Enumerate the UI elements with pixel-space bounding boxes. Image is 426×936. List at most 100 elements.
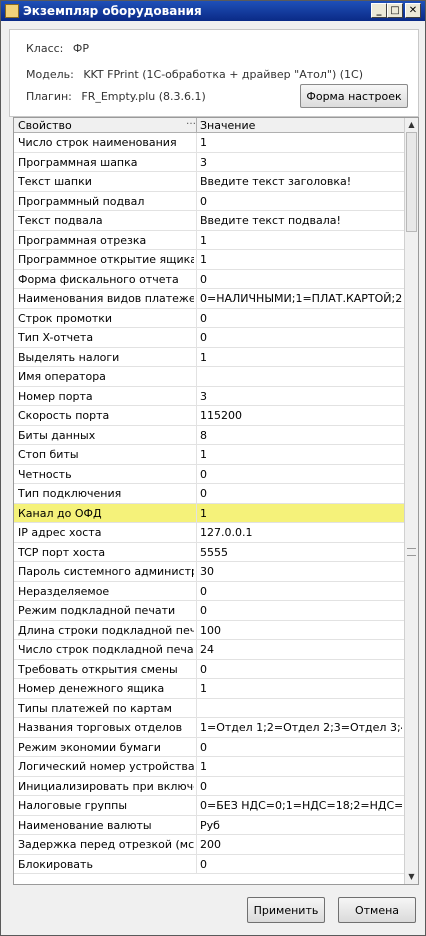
table-row[interactable]: Длина строки подкладной печати 100 — [14, 620, 404, 640]
property-value-cell[interactable]: Руб — [200, 819, 402, 832]
table-row[interactable]: Число строк наименования 1 — [14, 133, 404, 153]
table-row[interactable]: Строк промотки 0 — [14, 308, 404, 328]
table-row[interactable]: Программная отрезка 1 — [14, 230, 404, 250]
table-row[interactable]: Текст подвала Введите текст подвала! — [14, 211, 404, 231]
column-header-property[interactable]: Свойство — [18, 119, 194, 132]
property-value-cell[interactable]: 0 — [200, 487, 402, 500]
table-row[interactable]: Четность 0 — [14, 464, 404, 484]
property-value-cell[interactable]: 1 — [200, 234, 402, 247]
property-name-cell[interactable]: Программный подвал — [18, 195, 194, 208]
table-row[interactable]: Наименование валюты Руб — [14, 815, 404, 835]
table-row[interactable]: Имя оператора — [14, 367, 404, 387]
property-name-cell[interactable]: Неразделяемое — [18, 585, 194, 598]
property-name-cell[interactable]: Стоп биты — [18, 448, 194, 461]
property-value-cell[interactable]: 0 — [200, 331, 402, 344]
maximize-button[interactable]: □ — [387, 3, 403, 18]
table-row[interactable]: Тип подключения 0 — [14, 484, 404, 504]
property-value-cell[interactable]: 5555 — [200, 546, 402, 559]
property-value-cell[interactable]: 0 — [200, 780, 402, 793]
close-button[interactable]: ✕ — [405, 3, 421, 18]
table-row[interactable]: Число строк подкладной печати 24 — [14, 640, 404, 660]
minimize-button[interactable]: _ — [371, 3, 387, 18]
property-value-cell[interactable]: 24 — [200, 643, 402, 656]
property-value-cell[interactable]: 8 — [200, 429, 402, 442]
property-value-cell[interactable]: 0 — [200, 468, 402, 481]
property-name-cell[interactable]: Требовать открытия смены — [18, 663, 194, 676]
property-value-cell[interactable]: 1 — [200, 760, 402, 773]
property-value-cell[interactable]: Введите текст заголовка! — [200, 175, 402, 188]
property-value-cell[interactable]: 1 — [200, 253, 402, 266]
table-row[interactable]: Названия торговых отделов 1=Отдел 1;2=Отд… — [14, 718, 404, 738]
property-name-cell[interactable]: Имя оператора — [18, 370, 194, 383]
property-name-cell[interactable]: Инициализировать при включении — [18, 780, 194, 793]
property-name-cell[interactable]: Типы платежей по картам — [18, 702, 194, 715]
property-name-cell[interactable]: Задержка перед отрезкой (мс.) — [18, 838, 194, 851]
vertical-scrollbar[interactable]: ▲ ▼ — [404, 118, 418, 884]
property-value-cell[interactable]: 0 — [200, 663, 402, 676]
property-value-cell[interactable]: 0 — [200, 273, 402, 286]
scrollbar-thumb[interactable] — [406, 132, 417, 232]
table-row[interactable]: Наименования видов платежей 0=НАЛИЧНЫМИ;1… — [14, 289, 404, 309]
apply-button[interactable]: Применить — [247, 897, 325, 923]
property-value-cell[interactable]: 1=Отдел 1;2=Отдел 2;3=Отдел 3;4=О... — [200, 721, 402, 734]
property-value-cell[interactable]: 0=БЕЗ НДС=0;1=НДС=18;2=НДС=15;3... — [200, 799, 402, 812]
property-name-cell[interactable]: Названия торговых отделов — [18, 721, 194, 734]
property-name-cell[interactable]: Налоговые группы — [18, 799, 194, 812]
property-name-cell[interactable]: Программная отрезка — [18, 234, 194, 247]
table-row[interactable]: Канал до ОФД 1 — [14, 503, 404, 523]
property-name-cell[interactable]: Пароль системного администратора — [18, 565, 194, 578]
property-value-cell[interactable]: 0 — [200, 585, 402, 598]
property-name-cell[interactable]: Канал до ОФД — [18, 507, 194, 520]
property-name-cell[interactable]: Строк промотки — [18, 312, 194, 325]
table-row[interactable]: Стоп биты 1 — [14, 445, 404, 465]
property-name-cell[interactable]: Число строк подкладной печати — [18, 643, 194, 656]
table-row[interactable]: Программная шапка 3 — [14, 152, 404, 172]
property-value-cell[interactable]: 3 — [200, 390, 402, 403]
property-name-cell[interactable]: Текст подвала — [18, 214, 194, 227]
property-value-cell[interactable]: 115200 — [200, 409, 402, 422]
table-row[interactable]: Форма фискального отчета 0 — [14, 269, 404, 289]
property-name-cell[interactable]: Программная шапка — [18, 156, 194, 169]
table-row[interactable]: IP адрес хоста 127.0.0.1 — [14, 523, 404, 543]
property-name-cell[interactable]: Длина строки подкладной печати — [18, 624, 194, 637]
property-value-cell[interactable]: 1 — [200, 448, 402, 461]
property-name-cell[interactable]: Наименования видов платежей — [18, 292, 194, 305]
property-name-cell[interactable]: Программное открытие ящика — [18, 253, 194, 266]
table-row[interactable]: Биты данных 8 — [14, 425, 404, 445]
table-row[interactable]: TCP порт хоста 5555 — [14, 542, 404, 562]
property-name-cell[interactable]: Тип X-отчета — [18, 331, 194, 344]
property-name-cell[interactable]: Тип подключения — [18, 487, 194, 500]
table-row[interactable]: Скорость порта 115200 — [14, 406, 404, 426]
table-row[interactable]: Тип X-отчета 0 — [14, 328, 404, 348]
property-value-cell[interactable]: 1 — [200, 136, 402, 149]
property-name-cell[interactable]: Режим экономии бумаги — [18, 741, 194, 754]
property-value-cell[interactable]: 0 — [200, 604, 402, 617]
table-row[interactable]: Программное открытие ящика 1 — [14, 250, 404, 270]
table-row[interactable]: Задержка перед отрезкой (мс.) 200 — [14, 835, 404, 855]
table-row[interactable]: Номер порта 3 — [14, 386, 404, 406]
property-value-cell[interactable]: 30 — [200, 565, 402, 578]
property-name-cell[interactable]: Биты данных — [18, 429, 194, 442]
property-name-cell[interactable]: Форма фискального отчета — [18, 273, 194, 286]
property-value-cell[interactable]: 0 — [200, 741, 402, 754]
property-name-cell[interactable]: Логический номер устройства — [18, 760, 194, 773]
property-value-cell[interactable]: 200 — [200, 838, 402, 851]
property-value-cell[interactable]: 127.0.0.1 — [200, 526, 402, 539]
table-row[interactable]: Блокировать 0 — [14, 854, 404, 874]
property-name-cell[interactable]: Число строк наименования — [18, 136, 194, 149]
property-name-cell[interactable]: Выделять налоги — [18, 351, 194, 364]
table-row[interactable]: Режим подкладной печати 0 — [14, 601, 404, 621]
property-name-cell[interactable]: Режим подкладной печати — [18, 604, 194, 617]
property-name-cell[interactable]: Четность — [18, 468, 194, 481]
table-row[interactable]: Типы платежей по картам — [14, 698, 404, 718]
property-name-cell[interactable]: Блокировать — [18, 858, 194, 871]
table-row[interactable]: Требовать открытия смены 0 — [14, 659, 404, 679]
property-name-cell[interactable]: Наименование валюты — [18, 819, 194, 832]
property-name-cell[interactable]: Скорость порта — [18, 409, 194, 422]
table-row[interactable]: Пароль системного администратора 30 — [14, 562, 404, 582]
table-row[interactable]: Выделять налоги 1 — [14, 347, 404, 367]
property-name-cell[interactable]: Номер денежного ящика — [18, 682, 194, 695]
table-row[interactable]: Текст шапки Введите текст заголовка! — [14, 172, 404, 192]
property-value-cell[interactable]: 0 — [200, 312, 402, 325]
column-resize-handle[interactable]: … — [186, 118, 196, 127]
